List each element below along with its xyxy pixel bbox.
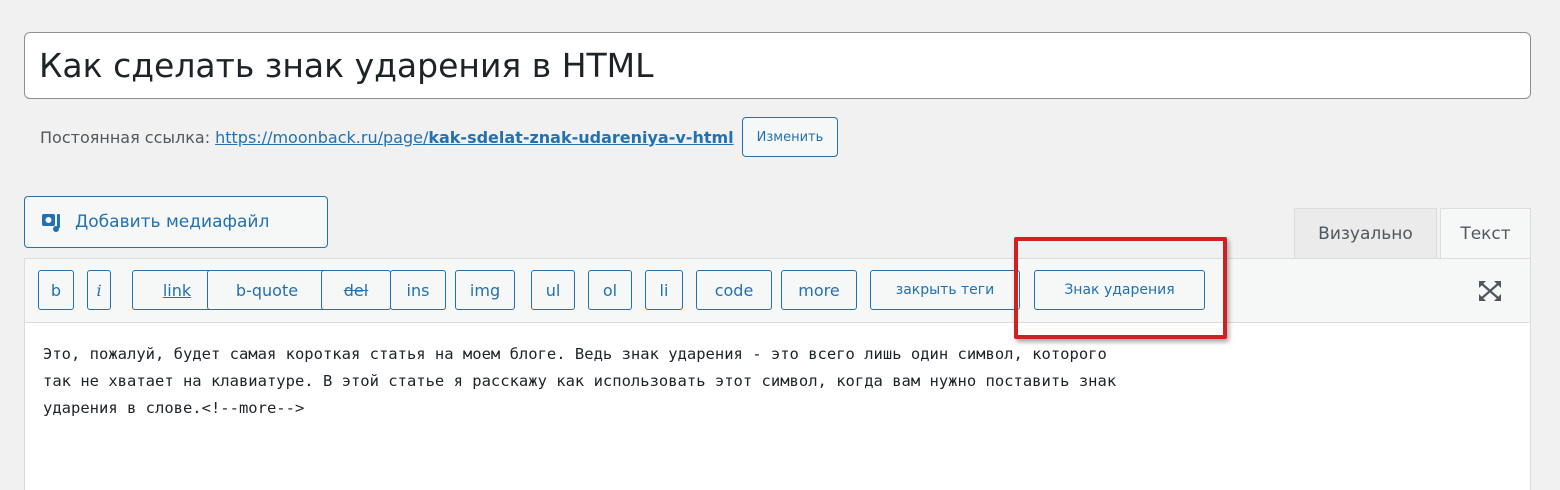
- qt-more-button[interactable]: more: [781, 270, 857, 310]
- qt-bquote-button[interactable]: b-quote: [207, 270, 327, 310]
- permalink-link[interactable]: https://moonback.ru/page/kak-sdelat-znak…: [215, 128, 734, 147]
- qt-code-button[interactable]: code: [696, 270, 772, 310]
- fullscreen-icon[interactable]: [1477, 279, 1503, 303]
- content-line: Это, пожалуй, будет самая короткая стать…: [43, 345, 1107, 363]
- tab-text[interactable]: Текст: [1440, 208, 1531, 259]
- qt-bold-button[interactable]: b: [38, 270, 74, 310]
- edit-permalink-button[interactable]: Изменить: [741, 117, 839, 157]
- qt-del-button[interactable]: del: [321, 270, 391, 310]
- qt-italic-button[interactable]: i: [87, 270, 111, 310]
- qt-ol-button[interactable]: ol: [588, 270, 632, 310]
- qt-li-button[interactable]: li: [645, 270, 683, 310]
- quicktags-toolbar: b i link b-quote del ins img ul ol li co…: [25, 259, 1530, 323]
- content-line: ударения в слове.<!--more-->: [43, 399, 305, 417]
- content-line: так не хватает на клавиатуре. В этой ста…: [43, 372, 1117, 390]
- add-media-label: Добавить медиафайл: [75, 212, 270, 232]
- post-title-input[interactable]: Как сделать знак ударения в HTML: [24, 32, 1531, 99]
- qt-img-button[interactable]: img: [455, 270, 515, 310]
- add-media-button[interactable]: Добавить медиафайл: [24, 196, 328, 248]
- permalink-row: Постоянная ссылка: https://moonback.ru/p…: [40, 116, 839, 158]
- qt-ul-button[interactable]: ul: [531, 270, 575, 310]
- permalink-label: Постоянная ссылка:: [40, 127, 211, 147]
- highlight-annotation-box: [1014, 237, 1227, 339]
- qt-ins-button[interactable]: ins: [390, 270, 446, 310]
- post-content-textarea[interactable]: Это, пожалуй, будет самая короткая стать…: [43, 341, 1512, 422]
- tab-visual[interactable]: Визуально: [1294, 208, 1437, 259]
- permalink-slug: kak-sdelat-znak-udareniya-v-html: [428, 127, 734, 147]
- media-camera-icon: [41, 211, 65, 233]
- permalink-base-url: https://moonback.ru/page/: [215, 127, 429, 147]
- text-editor: b i link b-quote del ins img ul ol li co…: [24, 258, 1531, 490]
- qt-close-tags-button[interactable]: закрыть теги: [870, 270, 1020, 310]
